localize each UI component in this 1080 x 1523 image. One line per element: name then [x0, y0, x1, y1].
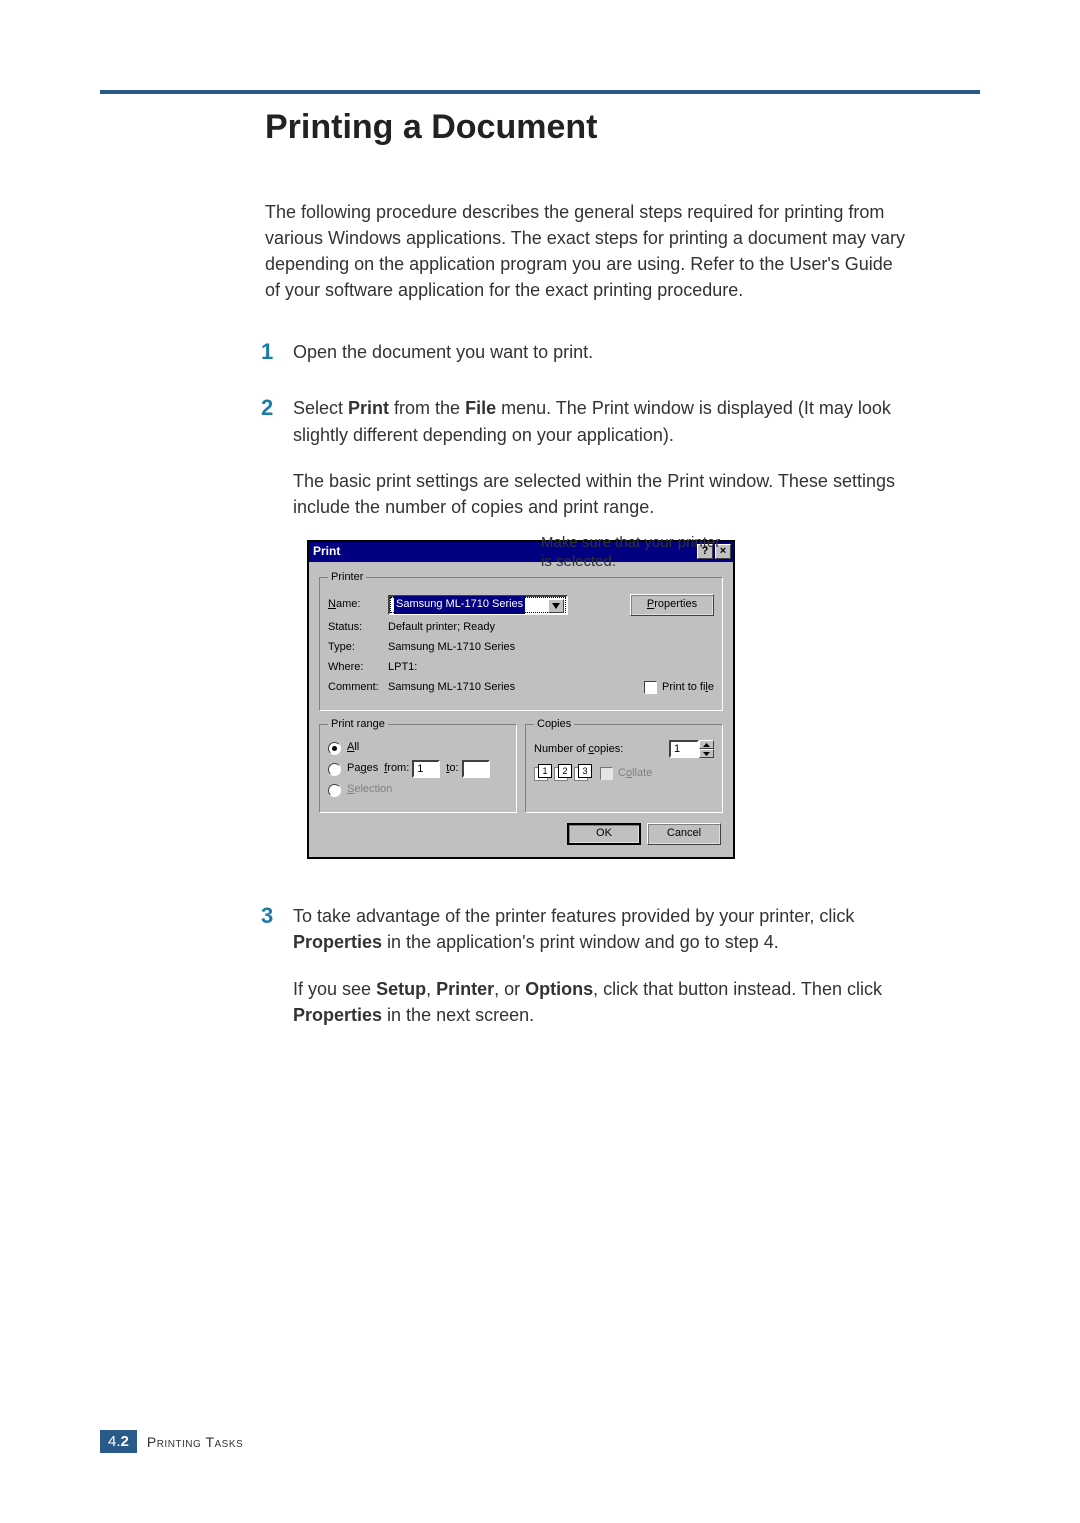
- intro-paragraph: The following procedure describes the ge…: [265, 199, 905, 303]
- section-title: Printing a Document: [265, 108, 905, 147]
- collate-checkbox: [600, 767, 613, 780]
- s3-p2c: in the next screen.: [382, 1005, 534, 1025]
- step-2-para2: The basic print settings are selected wi…: [293, 468, 905, 520]
- range-pages-label: Pages: [347, 761, 378, 777]
- where-value: LPT1:: [388, 660, 417, 676]
- print-range-legend: Print range: [328, 717, 388, 733]
- page-number-badge: 4.2: [100, 1430, 137, 1453]
- step2-bold-file: File: [465, 398, 496, 418]
- collate-label: Collate: [618, 766, 652, 782]
- num-copies-input[interactable]: 1: [669, 740, 699, 758]
- step-2: 2 Select Print from the File menu. The P…: [265, 395, 905, 859]
- s3-b: in the application's print window and go…: [382, 932, 779, 952]
- comment-label: Comment:: [328, 680, 388, 696]
- range-all-radio[interactable]: [328, 742, 341, 755]
- dropdown-arrow-icon[interactable]: [548, 599, 564, 613]
- print-to-file-label: Print to file: [662, 680, 714, 696]
- spin-up-icon[interactable]: [699, 740, 714, 749]
- footer-section-label: Printing Tasks: [147, 1434, 243, 1450]
- print-range-group: Print range All Pages from:: [319, 717, 517, 814]
- spin-down-icon[interactable]: [699, 749, 714, 758]
- s3-p2a: If you see: [293, 979, 376, 999]
- to-label: to:: [446, 761, 458, 777]
- name-label: Name:: [328, 597, 388, 613]
- step-number-3: 3: [261, 900, 273, 932]
- footer-page: 2: [121, 1433, 129, 1450]
- printer-name-combo[interactable]: Samsung ML-1710 Series: [388, 595, 568, 615]
- cancel-button[interactable]: Cancel: [647, 823, 721, 845]
- step2-a: Select: [293, 398, 348, 418]
- step-number-2: 2: [261, 392, 273, 424]
- type-label: Type:: [328, 640, 388, 656]
- s3-sep1: ,: [426, 979, 436, 999]
- s3-bold-setup: Setup: [376, 979, 426, 999]
- step-1: 1 Open the document you want to print.: [265, 339, 905, 365]
- to-input[interactable]: [462, 760, 490, 778]
- status-value: Default printer; Ready: [388, 620, 495, 636]
- s3-bold-printer: Printer: [436, 979, 494, 999]
- s3-a: To take advantage of the printer feature…: [293, 906, 854, 926]
- copies-spinner[interactable]: [699, 740, 714, 758]
- step-3-para1: To take advantage of the printer feature…: [293, 903, 905, 955]
- num-copies-label: Number of copies:: [534, 742, 623, 758]
- range-selection-label: Selection: [347, 782, 392, 798]
- step2-bold-print: Print: [348, 398, 389, 418]
- range-selection-radio: [328, 784, 341, 797]
- s3-bold-props2: Properties: [293, 1005, 382, 1025]
- from-label: from:: [384, 761, 409, 777]
- range-all-label: All: [347, 740, 359, 756]
- range-pages-radio[interactable]: [328, 763, 341, 776]
- type-value: Samsung ML-1710 Series: [388, 640, 515, 656]
- print-to-file-checkbox[interactable]: [644, 681, 657, 694]
- copies-group: Copies Number of copies: 1: [525, 717, 723, 814]
- comment-value: Samsung ML-1710 Series: [388, 680, 515, 696]
- step2-b: from the: [389, 398, 465, 418]
- printer-name-value: Samsung ML-1710 Series: [394, 596, 525, 614]
- status-label: Status:: [328, 620, 388, 636]
- copies-legend: Copies: [534, 717, 574, 733]
- properties-button[interactable]: Properties: [630, 594, 714, 616]
- step-number-1: 1: [261, 336, 273, 368]
- from-input[interactable]: 1: [412, 760, 440, 778]
- s3-bold-options: Options: [525, 979, 593, 999]
- collate-preview-icon: 1 2 3: [534, 764, 592, 782]
- step-3: 3 To take advantage of the printer featu…: [265, 903, 905, 1027]
- printer-legend: Printer: [328, 570, 366, 586]
- s3-bold-props: Properties: [293, 932, 382, 952]
- where-label: Where:: [328, 660, 388, 676]
- s3-sep2: , or: [494, 979, 525, 999]
- step-2-para1: Select Print from the File menu. The Pri…: [293, 395, 905, 447]
- header-rule: [100, 90, 980, 94]
- print-to-file-row: Print to file: [644, 680, 714, 696]
- page-footer: 4.2 Printing Tasks: [100, 1430, 243, 1453]
- s3-p2b: , click that button instead. Then click: [593, 979, 882, 999]
- footer-chapter: 4.: [108, 1433, 121, 1450]
- print-dialog: Print ? × Printer Name: Samsung ML-1710: [307, 540, 735, 860]
- print-dialog-figure: Make sure that your printer is selected.…: [307, 540, 737, 860]
- callout-text: Make sure that your printer is selected.: [541, 534, 721, 572]
- step-1-text: Open the document you want to print.: [293, 339, 905, 365]
- ok-button[interactable]: OK: [567, 823, 641, 845]
- printer-group: Printer Name: Samsung ML-1710 Series Pro…: [319, 570, 723, 711]
- step-3-para2: If you see Setup, Printer, or Options, c…: [293, 976, 905, 1028]
